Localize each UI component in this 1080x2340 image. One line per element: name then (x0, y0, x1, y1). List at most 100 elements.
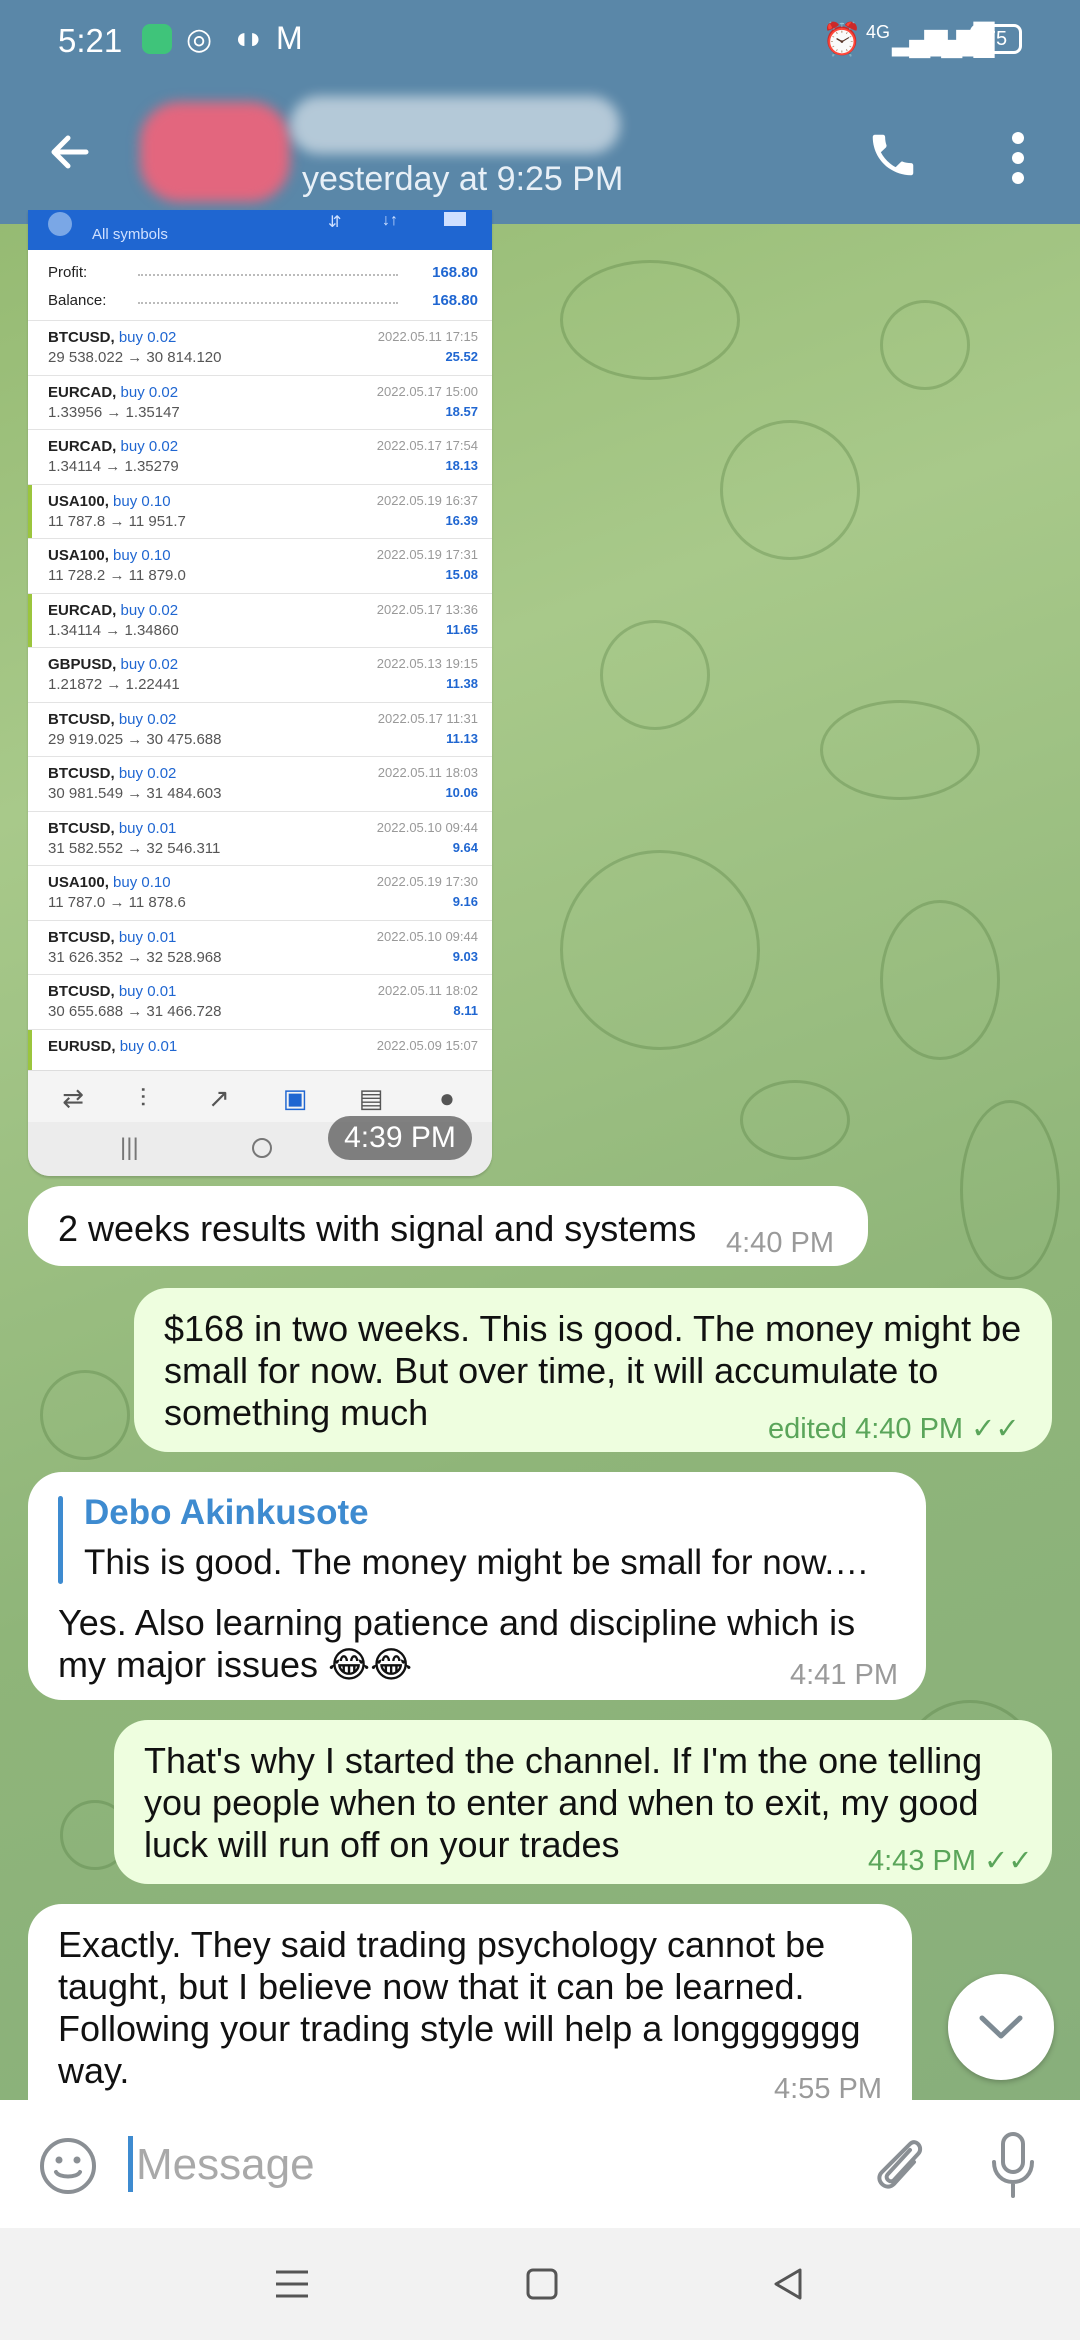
battery-icon: 75 (970, 24, 1022, 54)
balance-value: 168.80 (432, 292, 478, 309)
trade-row: EURCAD, buy 0.02 1.33956 → 1.35147 2022.05… (28, 374, 492, 429)
trade-symbol: BTCUSD, buy 0.02 (48, 329, 177, 346)
balance-row: Balance: 168.80 (48, 292, 478, 309)
trade-row: BTCUSD, buy 0.01 31 582.552 → 32 546.311 2… (28, 810, 492, 865)
emoji-icon[interactable] (38, 2136, 98, 2196)
trade-prices: 1.34114 → 1.35279 (48, 458, 179, 475)
trade-prices: 11 787.8 → 11 951.7 (48, 512, 186, 530)
trade-symbol: BTCUSD, buy 0.01 (48, 819, 177, 837)
trade-row: USA100, buy 0.10 11 787.8 → 11 951.7 2022.… (28, 483, 492, 539)
trade-date: 2022.05.11 17:15 (377, 329, 478, 344)
trade-date: 2022.05.17 13:36 (376, 601, 478, 617)
reply-quote-bar (58, 1496, 63, 1584)
trade-date: 2022.05.19 17:31 (376, 547, 478, 562)
home-icon[interactable] (524, 2266, 560, 2302)
avatar[interactable] (140, 102, 290, 202)
trade-date: 2022.05.13 19:15 (376, 656, 478, 671)
trade-prices: 31 626.352 → 32 528.968 (48, 948, 222, 966)
trade-row: BTCUSD, buy 0.01 30 655.688 → 31 466.728 2… (28, 974, 492, 1028)
trade-icon: ↗ (208, 1083, 230, 1113)
system-navigation-bar (0, 2228, 1080, 2340)
trade-side: buy 0.02 (120, 656, 179, 673)
network-type: 4G (866, 22, 891, 42)
message-incoming[interactable]: Exactly. They said trading psychology ca… (28, 1904, 912, 2105)
chat-title-redacted[interactable] (290, 96, 620, 154)
message-time: 4:41 PM (790, 1659, 898, 1691)
message-incoming-reply[interactable]: Debo Akinkusote This is good. The money … (28, 1472, 926, 1700)
trade-date: 2022.05.09 15:07 (376, 1037, 478, 1053)
trade-profit: 9.64 (452, 839, 478, 855)
message-outgoing[interactable]: $168 in two weeks. This is good. The mon… (134, 1288, 1052, 1452)
trade-symbol: EURCAD, buy 0.02 (48, 383, 179, 401)
profit-label: Profit: (48, 264, 88, 281)
trade-profit: 11.13 (446, 730, 478, 746)
home-icon (252, 1138, 272, 1158)
sort-down-icon: ↓↑ (382, 212, 398, 229)
message-time: 4:40 PM (726, 1227, 834, 1259)
message-meta: edited 4:40 PM ✓✓ (768, 1408, 1020, 1450)
quotes-icon: ⇄ (62, 1083, 84, 1113)
trade-profit: 9.16 (452, 894, 478, 909)
trade-profit: 11.65 (446, 621, 478, 637)
microphone-icon[interactable] (988, 2130, 1038, 2200)
trade-prices: 30 655.688 → 31 466.728 (48, 1003, 222, 1020)
trade-symbol: BTCUSD, buy 0.01 (48, 928, 177, 946)
call-icon[interactable] (866, 128, 920, 182)
screenshot-bottom-tabs: ⇄ ⫶ ↗ ▣ ▤ ● (28, 1070, 492, 1122)
symbols-icon (48, 212, 72, 236)
more-options-icon[interactable] (1008, 128, 1028, 188)
trade-marker (28, 593, 32, 648)
trade-screenshot-image[interactable]: All symbols ⇵ ↓↑ Profit: 168.80 Balance:… (28, 210, 492, 1176)
profit-row: Profit: 168.80 (48, 264, 478, 281)
trade-profit: 8.11 (453, 1003, 478, 1018)
message-incoming[interactable]: 2 weeks results with signal and systems … (28, 1186, 868, 1266)
trade-date: 2022.05.17 15:00 (376, 383, 478, 399)
app-notification-icon (142, 24, 172, 54)
reply-author[interactable]: Debo Akinkusote (84, 1492, 369, 1534)
trade-side: buy 0.02 (120, 601, 179, 619)
trade-prices: 1.34114 → 1.34860 (48, 621, 179, 639)
trade-symbol: EURUSD, buy 0.01 (48, 1037, 178, 1055)
scroll-down-button[interactable] (948, 1974, 1054, 2080)
trade-row: BTCUSD, buy 0.02 29 538.022 → 30 814.120 2… (28, 320, 492, 374)
back-icon[interactable] (770, 2266, 806, 2302)
status-time: 5:21 (58, 22, 123, 59)
trade-symbol: BTCUSD, buy 0.02 (48, 710, 177, 728)
history-icon: ▣ (282, 1083, 308, 1113)
trade-row: USA100, buy 0.10 11 728.2 → 11 879.0 2022.… (28, 538, 492, 592)
screenshot-toolbar: All symbols ⇵ ↓↑ (28, 210, 492, 250)
trade-side: buy 0.10 (113, 547, 171, 564)
text-caret (128, 2136, 133, 2192)
trade-symbol: GBPUSD, buy 0.02 (48, 656, 179, 673)
trade-row: BTCUSD, buy 0.02 29 919.025 → 30 475.688 2… (28, 701, 492, 756)
trade-prices: 11 728.2 → 11 879.0 (48, 567, 186, 584)
message-outgoing[interactable]: That's why I started the channel. If I'm… (114, 1720, 1052, 1884)
trade-prices: 29 919.025 → 30 475.688 (48, 730, 222, 748)
back-arrow-icon[interactable] (46, 128, 94, 176)
trade-profit: 16.39 (445, 512, 478, 528)
trade-profit: 15.08 (445, 567, 478, 582)
trade-prices: 29 538.022 → 30 814.120 (48, 349, 222, 366)
trade-profit: 11.38 (446, 676, 478, 691)
menu-icon[interactable] (274, 2266, 310, 2302)
trade-prices: 1.33956 → 1.35147 (48, 403, 180, 421)
chat-header: yesterday at 9:25 PM (0, 82, 1080, 224)
trade-date: 2022.05.10 09:44 (376, 819, 478, 835)
message-time: 4:43 PM (868, 1845, 976, 1877)
message-time: 4:39 PM (328, 1116, 472, 1160)
trade-profit: 9.03 (452, 948, 478, 964)
message-time: edited 4:40 PM (768, 1413, 964, 1445)
gmail-icon: M (276, 20, 303, 56)
attach-icon[interactable] (870, 2134, 926, 2196)
trade-side: buy 0.01 (118, 819, 177, 837)
chevron-down-icon (979, 2015, 1023, 2039)
message-input[interactable]: Message (136, 2140, 315, 2190)
reply-quote-text[interactable]: This is good. The money might be small f… (84, 1542, 869, 1584)
message-composer: Message (0, 2100, 1080, 2228)
trade-side: buy 0.02 (120, 383, 179, 401)
balance-label: Balance: (48, 292, 107, 309)
instagram-icon: ◎ (186, 23, 213, 56)
message-text: Exactly. They said trading psychology ca… (58, 1924, 861, 2091)
chart-icon: ⫶ (139, 1083, 147, 1113)
trade-row: EURCAD, buy 0.02 1.34114 → 1.34860 2022.05… (28, 592, 492, 648)
